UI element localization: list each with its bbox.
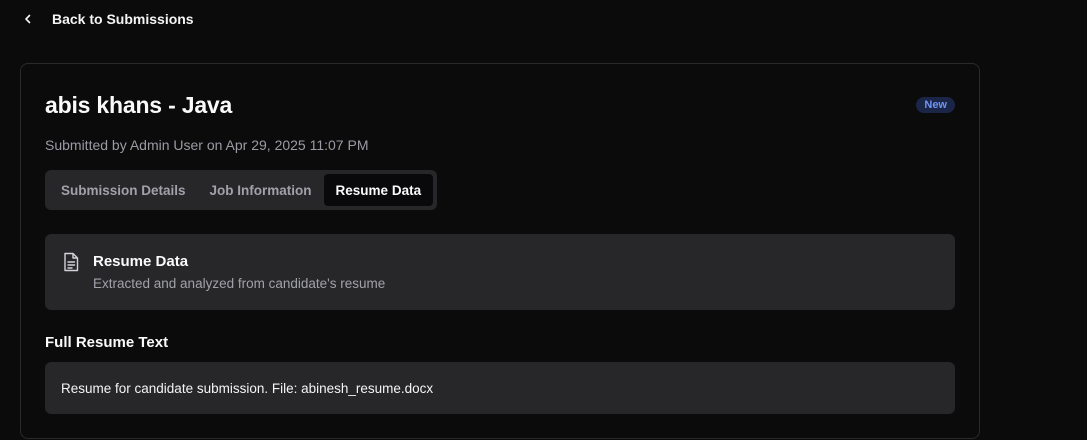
tab-resume-data[interactable]: Resume Data <box>323 174 434 206</box>
tab-list: Submission Details Job Information Resum… <box>45 170 438 210</box>
back-to-submissions-link[interactable]: Back to Submissions <box>22 8 194 30</box>
tab-job-information[interactable]: Job Information <box>198 174 324 206</box>
page-title: abis khans - Java <box>45 92 233 118</box>
status-badge: New <box>916 97 955 113</box>
full-resume-heading: Full Resume Text <box>45 334 169 351</box>
tab-submission-details[interactable]: Submission Details <box>49 174 198 206</box>
back-link-label: Back to Submissions <box>52 11 194 27</box>
chevron-left-icon <box>22 13 34 25</box>
resume-panel-title: Resume Data <box>93 253 189 270</box>
submission-card: abis khans - Java New Submitted by Admin… <box>20 63 980 439</box>
document-icon <box>62 252 80 277</box>
submitted-by-text: Submitted by Admin User on Apr 29, 2025 … <box>45 137 369 153</box>
resume-panel-description: Extracted and analyzed from candidate's … <box>93 276 386 291</box>
resume-data-panel: Resume Data Extracted and analyzed from … <box>45 234 955 310</box>
full-resume-text: Resume for candidate submission. File: a… <box>45 362 955 414</box>
